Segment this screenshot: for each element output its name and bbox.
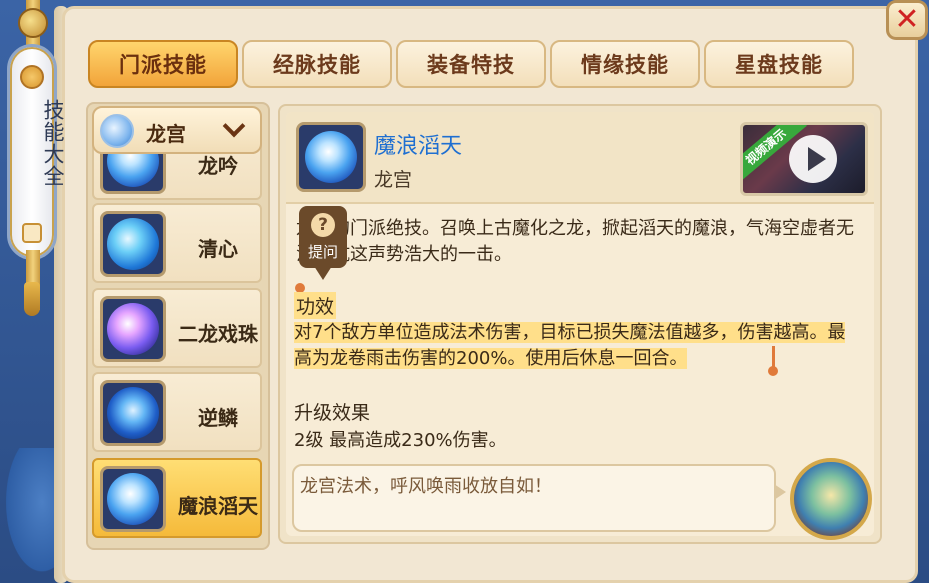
- chevron-down-icon: [222, 114, 246, 138]
- sect-dropdown-value: 龙宫: [146, 122, 186, 146]
- knot-icon: [18, 8, 48, 38]
- effect-heading: 功效: [294, 292, 337, 319]
- dragon-sect-icon: [100, 114, 134, 148]
- demon-wave-icon: [296, 122, 366, 192]
- calm-heart-icon: [100, 211, 166, 277]
- skill-item-twin-dragon-pearl[interactable]: 二龙戏珠: [92, 288, 262, 368]
- selection-handle-end[interactable]: [768, 366, 778, 376]
- stamp-icon: [22, 223, 42, 243]
- tab-equipment-skills[interactable]: 装备特技: [396, 40, 546, 88]
- close-button[interactable]: ✕: [886, 0, 928, 40]
- tassel-icon: [24, 282, 40, 316]
- reverse-scale-icon: [100, 380, 166, 446]
- skill-name: 二龙戏珠: [178, 322, 258, 346]
- skill-name: 清心: [198, 237, 238, 261]
- skill-name: 魔浪滔天: [178, 494, 258, 518]
- skill-name: 逆鳞: [198, 406, 238, 430]
- tab-bond-skills[interactable]: 情缘技能: [550, 40, 700, 88]
- dragon-king-avatar: [790, 458, 872, 540]
- twin-dragon-pearl-icon: [100, 296, 166, 362]
- skill-title: 魔浪滔天: [374, 134, 463, 159]
- tab-label: 装备特技: [427, 53, 515, 77]
- tab-star-disk-skills[interactable]: 星盘技能: [704, 40, 854, 88]
- ask-question-button[interactable]: ? 提问: [299, 206, 347, 280]
- upgrade-description: 2级 最高造成230%伤害。: [294, 430, 507, 451]
- ask-label: 提问: [307, 243, 338, 261]
- skill-item-demon-wave[interactable]: 魔浪滔天: [92, 458, 262, 538]
- scroll-curl-decoration: [0, 448, 60, 583]
- tab-label: 门派技能: [119, 53, 207, 77]
- play-icon: [789, 135, 837, 183]
- skill-name: 龙吟: [198, 154, 238, 178]
- effect-description: 对7个敌方单位造成法术伤害，目标已损失魔法值越多，伤害越高。最高为龙卷雨击伤害的…: [294, 320, 850, 372]
- tab-sect-skills[interactable]: 门派技能: [88, 40, 238, 88]
- selection-cursor: [772, 346, 775, 368]
- quote-text: 龙宫法术，呼风唤雨收放自如！: [300, 476, 552, 497]
- effect-text: 对7个敌方单位造成法术伤害，目标已损失魔法值越多，伤害越高。最高为龙卷雨击伤害的…: [294, 322, 846, 369]
- skill-item-calm-heart[interactable]: 清心: [92, 203, 262, 283]
- sect-dropdown[interactable]: 龙宫: [92, 106, 262, 154]
- demon-wave-icon: [100, 466, 166, 532]
- video-demo-button[interactable]: 视频演示: [740, 122, 868, 196]
- close-icon: ✕: [894, 2, 920, 37]
- skill-item-reverse-scale[interactable]: 逆鳞: [92, 372, 262, 452]
- question-mark-icon: ?: [311, 213, 335, 237]
- seal-icon: [20, 65, 44, 89]
- side-banner: 技能大全: [7, 44, 65, 260]
- tab-label: 经脉技能: [273, 53, 361, 77]
- skill-description: 龙宫的门派绝技。召唤上古魔化之龙，掀起滔天的魔浪，气海空虚者无法抵抗这声势浩大的…: [296, 218, 854, 265]
- banner-title: 技能大全: [41, 99, 65, 187]
- game-screen: 技能大全 ✕ 门派技能 经脉技能 装备特技 情缘技能 星盘技能 龙吟 清心 二龙…: [0, 0, 929, 583]
- upgrade-heading: 升级效果: [294, 402, 371, 424]
- tab-meridian-skills[interactable]: 经脉技能: [242, 40, 392, 88]
- tab-label: 星盘技能: [735, 53, 823, 77]
- tab-label: 情缘技能: [581, 53, 669, 77]
- skill-sect: 龙宫: [374, 169, 413, 191]
